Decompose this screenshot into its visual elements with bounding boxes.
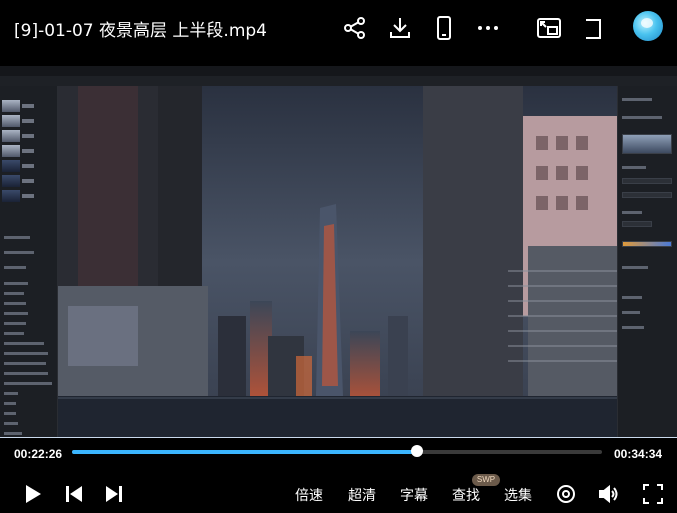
- speed-button[interactable]: 倍速: [295, 485, 323, 505]
- editor-left-panel: [0, 86, 58, 438]
- video-frame[interactable]: [0, 66, 677, 438]
- picture-in-picture-icon[interactable]: [535, 14, 563, 42]
- download-icon[interactable]: [386, 14, 414, 42]
- quality-button[interactable]: 超清: [348, 485, 376, 505]
- fullscreen-icon[interactable]: [641, 482, 665, 506]
- volume-icon[interactable]: [597, 482, 621, 506]
- video-title: [9]-01-07 夜景高层 上半段.mp4: [14, 21, 267, 41]
- user-avatar[interactable]: [633, 11, 663, 41]
- danmaku-settings-icon[interactable]: [554, 482, 578, 506]
- rotate-screen-icon[interactable]: [580, 14, 608, 42]
- duration-time: 00:34:34: [614, 447, 663, 461]
- top-bar: [9]-01-07 夜景高层 上半段.mp4: [0, 0, 677, 56]
- search-badge: SWP: [472, 474, 500, 486]
- editor-toolbar: [0, 76, 677, 86]
- episodes-button[interactable]: 选集: [504, 485, 532, 505]
- more-icon[interactable]: [474, 14, 502, 42]
- play-icon[interactable]: [20, 482, 44, 506]
- os-taskbar: [0, 437, 677, 438]
- share-icon[interactable]: [341, 14, 369, 42]
- current-time: 00:22:26: [14, 447, 63, 461]
- previous-icon[interactable]: [62, 482, 86, 506]
- subtitle-button[interactable]: 字幕: [400, 485, 428, 505]
- city-night-render: [58, 86, 617, 438]
- editor-title-bar: [0, 66, 677, 76]
- progress-handle[interactable]: [410, 445, 423, 457]
- progress-track[interactable]: [72, 450, 602, 454]
- progress-played: [72, 450, 417, 454]
- phone-icon[interactable]: [430, 14, 458, 42]
- next-icon[interactable]: [102, 482, 126, 506]
- editor-right-panel: [617, 86, 677, 438]
- search-button[interactable]: 查找: [452, 485, 480, 505]
